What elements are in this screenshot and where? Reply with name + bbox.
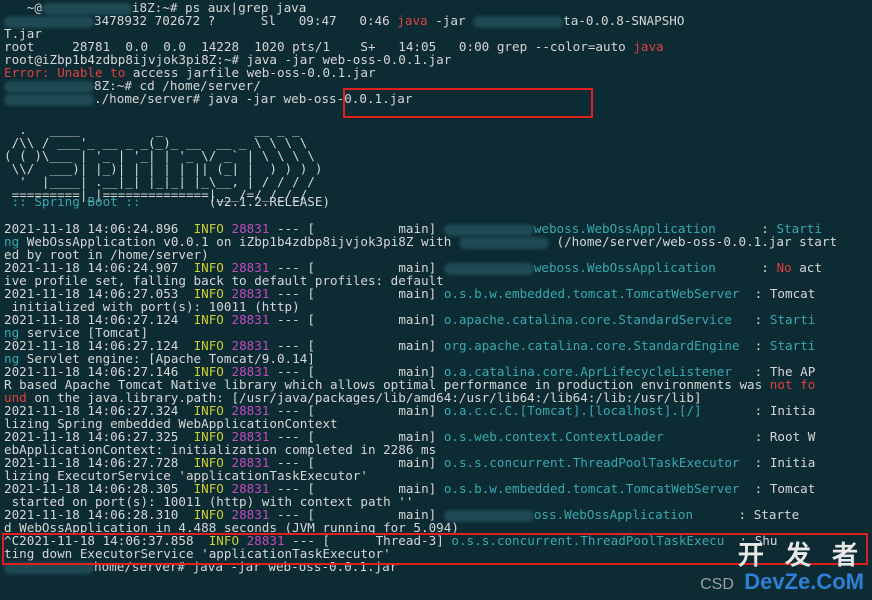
spring-boot-version: (v2.1.2.RELEASE): [148, 194, 331, 209]
watermark-prefix: CSD: [700, 576, 734, 593]
line-text: : Initia: [739, 455, 816, 470]
line-text: 28831: [231, 312, 270, 327]
spring-boot-version-line: :: Spring Boot :: (v2.1.2.RELEASE): [4, 195, 330, 208]
line-text: -jar: [427, 13, 474, 28]
line-text: java: [633, 39, 664, 54]
line-text: o.a.c.c.C.[Tomcat].[localhost].[/]: [443, 403, 702, 418]
line-text: Starti: [769, 312, 816, 327]
line-text: weboss.WebOssApplication: [533, 260, 716, 275]
watermark-url: DevZe.CoM: [744, 569, 864, 594]
spring-banner: . ____ _ __ _ _ /\\ / ___'_ __ _ _(_)_ _…: [4, 122, 323, 202]
line-text: : Tomcat: [739, 286, 816, 301]
line-text: INFO: [193, 312, 224, 327]
redacted-text: [4, 93, 94, 106]
line-text: act: [791, 260, 822, 275]
line-text: oss.WebOssApplication: [533, 507, 694, 522]
line-text: o.s.s.concurrent.ThreadPoolTaskExecutor: [443, 455, 740, 470]
line-text: java: [397, 13, 428, 28]
line-text: :: [715, 260, 777, 275]
line-text: : Starte: [693, 507, 800, 522]
redacted-text: [473, 15, 564, 28]
line-text: : Initia: [701, 403, 816, 418]
line-text: (/home/server/web-oss-0.0.1.jar start: [548, 234, 838, 249]
terminal-window[interactable]: ~@ i8Z:~# ps aux|grep java 3478932 702672 …: [0, 0, 872, 600]
line-text: ta-0.0.8-SNAPSHO: [563, 13, 685, 28]
command-highlight-box: [343, 88, 593, 118]
site-watermark: CSD 开 发 者 DevZe.CoM: [700, 542, 864, 594]
redacted-text: [4, 80, 94, 93]
line-text: --- [ main]: [269, 312, 444, 327]
line-text: org.apache.catalina.core.StandardEngine: [443, 338, 740, 353]
watermark-chinese: 开 发 者: [737, 541, 864, 571]
redacted-text: [458, 236, 549, 249]
terminal-line: 3478932 702672 ? Sl 09:47 0:46 java -jar…: [4, 13, 685, 28]
line-text: :: [739, 338, 770, 353]
line-text: o.apache.catalina.core.StandardService: [443, 312, 732, 327]
line-text: No: [776, 260, 792, 275]
line-text: o.s.b.w.embedded.tomcat.TomcatWebServer: [443, 481, 740, 496]
line-text: o.s.b.w.embedded.tomcat.TomcatWebServer: [443, 286, 740, 301]
line-text: :: [731, 312, 770, 327]
line-text: [224, 312, 232, 327]
spring-boot-label: :: Spring Boot ::: [4, 194, 149, 209]
line-text: not fo: [769, 377, 816, 392]
line-text: : Root W: [663, 429, 816, 444]
line-text: : Tomcat: [739, 481, 816, 496]
line-text: o.s.web.context.ContextLoader: [443, 429, 664, 444]
line-text: Starti: [769, 338, 816, 353]
redacted-text: [443, 262, 534, 275]
line-text: ~@: [4, 0, 42, 15]
line-text: 3478932 702672 ? Sl 09:47 0:46: [94, 13, 398, 28]
